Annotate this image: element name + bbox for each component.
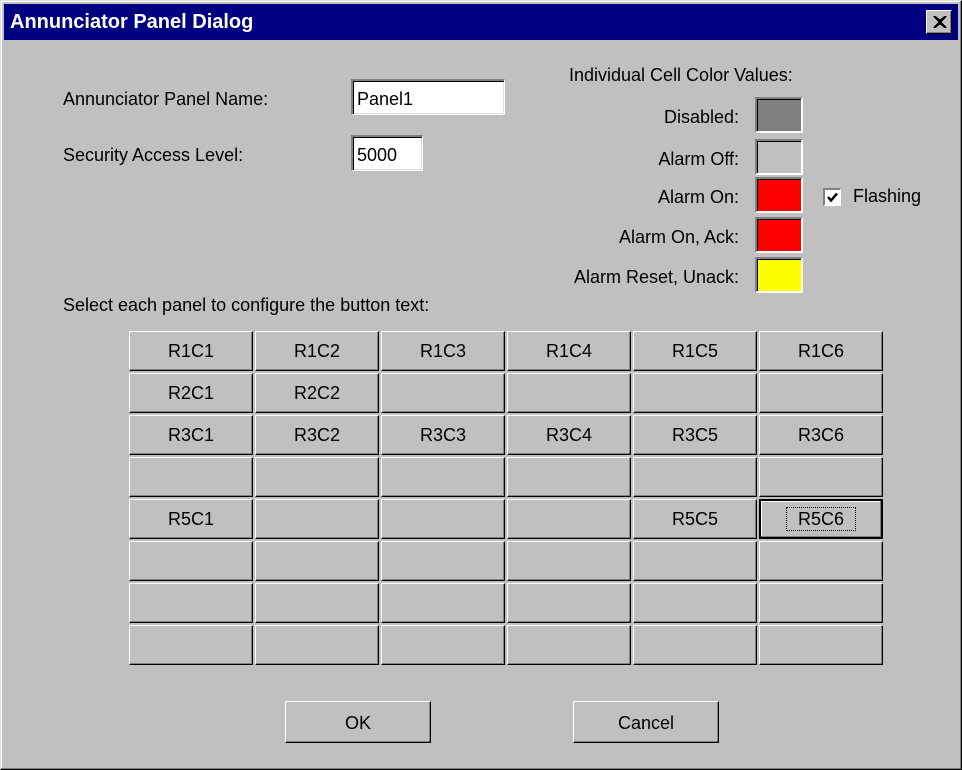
panel-cell-r8c1[interactable] xyxy=(129,625,253,665)
window-title: Annunciator Panel Dialog xyxy=(10,11,254,33)
panel-cell-r2c4[interactable] xyxy=(507,373,631,413)
panel-cell-r1c5[interactable]: R1C5 xyxy=(633,331,757,371)
color-swatch-1[interactable] xyxy=(755,139,803,175)
panel-cell-r7c3[interactable] xyxy=(381,583,505,623)
color-label-1: Alarm Off: xyxy=(658,149,739,169)
panel-cell-label: R1C3 xyxy=(419,341,467,361)
color-swatch-0[interactable] xyxy=(755,97,803,133)
panel-cell-label: R1C5 xyxy=(671,341,719,361)
color-swatch-4[interactable] xyxy=(755,257,803,293)
panel-cell-r1c3[interactable]: R1C3 xyxy=(381,331,505,371)
panel-name-input[interactable] xyxy=(351,79,505,115)
panel-cell-r6c1[interactable] xyxy=(129,541,253,581)
panel-cell-r5c5[interactable]: R5C5 xyxy=(633,499,757,539)
panel-cell-r4c1[interactable] xyxy=(129,457,253,497)
panel-cell-r1c1[interactable]: R1C1 xyxy=(129,331,253,371)
flashing-label: Flashing xyxy=(853,186,922,206)
annunciator-panel-dialog: Annunciator Panel Dialog Annunciator Pan… xyxy=(0,0,962,770)
security-access-label: Security Access Level: xyxy=(63,145,244,165)
panel-cell-r2c6[interactable] xyxy=(759,373,883,413)
color-swatch-2[interactable] xyxy=(755,177,803,213)
panel-cell-r7c1[interactable] xyxy=(129,583,253,623)
panel-cell-label: R5C1 xyxy=(167,509,215,529)
panel-cell-r8c2[interactable] xyxy=(255,625,379,665)
panel-cell-r6c4[interactable] xyxy=(507,541,631,581)
title-bar: Annunciator Panel Dialog xyxy=(4,4,958,40)
panel-cell-r5c1[interactable]: R5C1 xyxy=(129,499,253,539)
panel-cell-r7c5[interactable] xyxy=(633,583,757,623)
ok-button[interactable]: OK xyxy=(285,701,431,743)
flashing-checkbox[interactable] xyxy=(823,188,841,206)
panel-cell-r3c1[interactable]: R3C1 xyxy=(129,415,253,455)
panel-cell-r8c6[interactable] xyxy=(759,625,883,665)
panel-cell-r2c3[interactable] xyxy=(381,373,505,413)
panel-cell-r4c3[interactable] xyxy=(381,457,505,497)
panel-cell-r4c4[interactable] xyxy=(507,457,631,497)
panel-cell-label: R1C2 xyxy=(293,341,341,361)
panel-cell-r6c6[interactable] xyxy=(759,541,883,581)
panel-cell-r3c2[interactable]: R3C2 xyxy=(255,415,379,455)
panel-cell-r6c3[interactable] xyxy=(381,541,505,581)
panel-cell-r4c6[interactable] xyxy=(759,457,883,497)
panel-cell-r5c6[interactable]: R5C6 xyxy=(759,499,883,539)
color-label-4: Alarm Reset, Unack: xyxy=(573,267,739,287)
panel-cell-label: R3C4 xyxy=(545,425,593,445)
color-label-3: Alarm On, Ack: xyxy=(618,227,739,247)
cell-color-heading: Individual Cell Color Values: xyxy=(569,65,793,85)
panel-cell-label: R1C1 xyxy=(167,341,215,361)
panel-cell-label: R3C6 xyxy=(797,425,845,445)
panel-cell-label: R1C4 xyxy=(545,341,593,361)
panel-cell-r5c4[interactable] xyxy=(507,499,631,539)
cancel-button[interactable]: Cancel xyxy=(573,701,719,743)
panel-cell-r8c5[interactable] xyxy=(633,625,757,665)
panel-cell-r4c2[interactable] xyxy=(255,457,379,497)
color-label-0: Disabled: xyxy=(663,107,739,127)
panel-cell-r1c6[interactable]: R1C6 xyxy=(759,331,883,371)
check-icon xyxy=(827,192,838,203)
panel-cell-label: R3C1 xyxy=(167,425,215,445)
color-label-2: Alarm On: xyxy=(657,187,739,207)
panel-cell-r7c2[interactable] xyxy=(255,583,379,623)
panel-cell-r3c3[interactable]: R3C3 xyxy=(381,415,505,455)
panel-cell-label: R5C5 xyxy=(671,509,719,529)
panel-cell-r8c4[interactable] xyxy=(507,625,631,665)
panel-cell-r2c1[interactable]: R2C1 xyxy=(129,373,253,413)
panel-cell-r7c4[interactable] xyxy=(507,583,631,623)
panel-cell-r5c3[interactable] xyxy=(381,499,505,539)
panel-cell-r2c5[interactable] xyxy=(633,373,757,413)
close-icon xyxy=(933,16,947,28)
panel-cell-label: R1C6 xyxy=(797,341,845,361)
panel-cell-r7c6[interactable] xyxy=(759,583,883,623)
panel-cell-label: R5C6 xyxy=(785,507,857,531)
panel-cell-label: R3C2 xyxy=(293,425,341,445)
panel-cell-label: R2C1 xyxy=(167,383,215,403)
panel-cell-r8c3[interactable] xyxy=(381,625,505,665)
panel-cell-r1c2[interactable]: R1C2 xyxy=(255,331,379,371)
panel-cell-r3c6[interactable]: R3C6 xyxy=(759,415,883,455)
panel-cell-r2c2[interactable]: R2C2 xyxy=(255,373,379,413)
panel-cell-r1c4[interactable]: R1C4 xyxy=(507,331,631,371)
panel-cell-label: R3C3 xyxy=(419,425,467,445)
panel-cell-r5c2[interactable] xyxy=(255,499,379,539)
panel-cell-label: R3C5 xyxy=(671,425,719,445)
color-swatch-3[interactable] xyxy=(755,217,803,253)
grid-instruction: Select each panel to configure the butto… xyxy=(63,295,430,315)
panel-cell-r4c5[interactable] xyxy=(633,457,757,497)
panel-cell-r6c5[interactable] xyxy=(633,541,757,581)
panel-name-label: Annunciator Panel Name: xyxy=(63,89,269,109)
close-button[interactable] xyxy=(926,10,952,34)
panel-cell-r3c4[interactable]: R3C4 xyxy=(507,415,631,455)
panel-cell-r6c2[interactable] xyxy=(255,541,379,581)
panel-cell-r3c5[interactable]: R3C5 xyxy=(633,415,757,455)
panel-cell-label: R2C2 xyxy=(293,383,341,403)
security-access-input[interactable] xyxy=(351,135,423,171)
